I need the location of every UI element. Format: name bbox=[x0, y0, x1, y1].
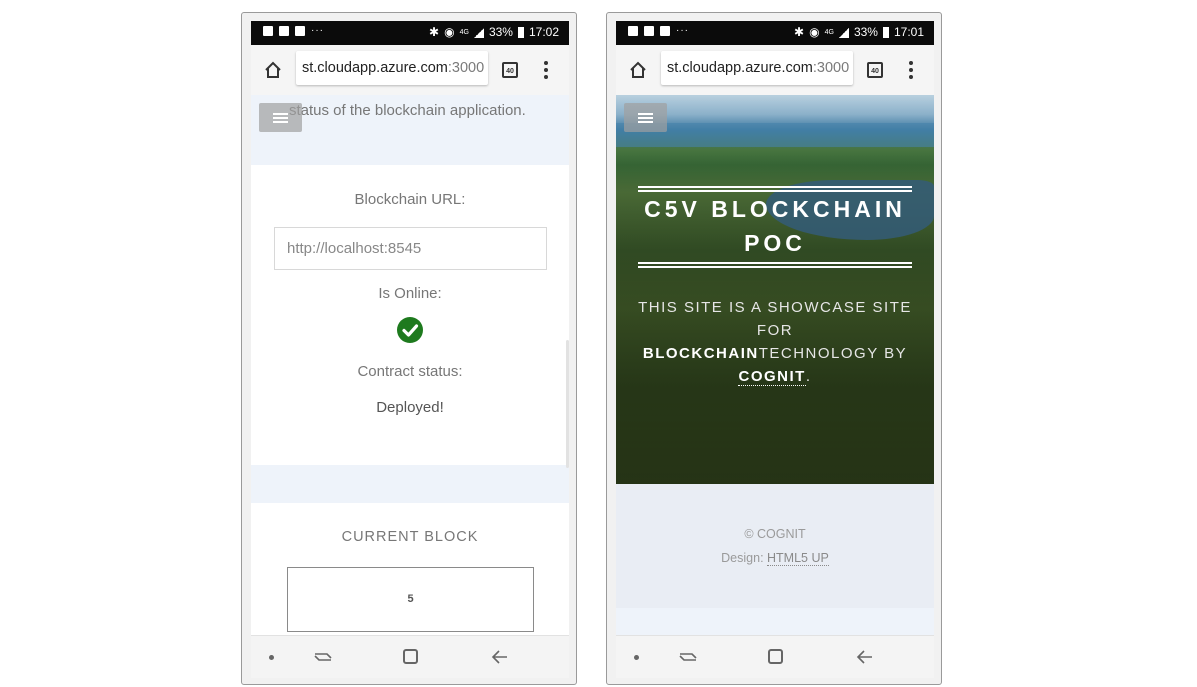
footer: © COGNIT Design: HTML5 UP bbox=[616, 484, 934, 608]
battery-percent: 33% bbox=[488, 25, 513, 39]
separator-band bbox=[251, 465, 569, 503]
browser-toolbar: st.cloudapp.azure.com:3000 40 bbox=[251, 45, 569, 95]
browser-toolbar: st.cloudapp.azure.com:3000 40 bbox=[616, 45, 934, 95]
title-rule-bottom bbox=[638, 262, 912, 264]
nav-home-icon[interactable] bbox=[768, 649, 783, 664]
blockchain-url-field[interactable]: http://localhost:8545 bbox=[274, 227, 547, 270]
web-page: status of the blockchain application. Bl… bbox=[251, 95, 569, 635]
copyright: © COGNIT bbox=[744, 527, 806, 541]
blockchain-url-label: Blockchain URL: bbox=[354, 191, 466, 208]
left-phone-screen: ··· ✱ ◉ 4G 33% 17:02 st.cloudapp.azure.c… bbox=[251, 21, 569, 678]
technology-by-text: TECHNOLOGY BY bbox=[758, 345, 908, 362]
hamburger-icon[interactable] bbox=[624, 103, 667, 132]
android-nav-bar bbox=[251, 635, 569, 678]
image-icon bbox=[644, 26, 654, 36]
battery-icon bbox=[882, 27, 889, 38]
address-bar[interactable]: st.cloudapp.azure.com:3000 bbox=[661, 51, 853, 85]
signal-icon bbox=[838, 27, 849, 38]
home-icon[interactable] bbox=[263, 60, 283, 80]
hero-sub-line2: FOR bbox=[756, 322, 794, 339]
menu-icon[interactable] bbox=[909, 61, 913, 79]
more-notifications: ··· bbox=[676, 25, 689, 36]
check-icon bbox=[397, 317, 423, 343]
nav-back-icon[interactable] bbox=[491, 648, 509, 666]
mail-icon bbox=[660, 26, 670, 36]
tabs-icon[interactable]: 40 bbox=[502, 62, 518, 78]
notification-icon bbox=[263, 26, 273, 36]
title-rule-bottom-2 bbox=[638, 266, 912, 268]
hero-sub-line1: THIS SITE IS A SHOWCASE SITE bbox=[638, 299, 912, 316]
left-phone-frame: ··· ✱ ◉ 4G 33% 17:02 st.cloudapp.azure.c… bbox=[241, 12, 577, 685]
hero-title-line2: POC bbox=[744, 230, 806, 256]
url-host: st.cloudapp.azure.com bbox=[302, 60, 448, 76]
design-label: Design: bbox=[721, 551, 768, 565]
html5up-link[interactable]: HTML5 UP bbox=[767, 551, 829, 566]
nav-recent-icon[interactable] bbox=[679, 650, 697, 664]
nav-back-icon[interactable] bbox=[856, 648, 874, 666]
mail-icon bbox=[295, 26, 305, 36]
hero-banner: C5V BLOCKCHAIN POC THIS SITE IS A SHOWCA… bbox=[616, 95, 934, 484]
scrollbar[interactable] bbox=[566, 340, 569, 468]
notification-icon bbox=[628, 26, 638, 36]
network-type: 4G bbox=[459, 29, 469, 36]
title-rule-top bbox=[638, 186, 912, 188]
more-notifications: ··· bbox=[311, 25, 324, 36]
image-icon bbox=[279, 26, 289, 36]
nav-dot-icon bbox=[634, 655, 639, 660]
bluetooth-icon: ✱ bbox=[429, 25, 440, 39]
web-page: C5V BLOCKCHAIN POC THIS SITE IS A SHOWCA… bbox=[616, 95, 934, 635]
blockchain-word: BLOCKCHAIN bbox=[642, 345, 759, 362]
android-nav-bar bbox=[616, 635, 934, 678]
footer-band bbox=[616, 608, 934, 635]
menu-icon[interactable] bbox=[544, 61, 548, 79]
status-section bbox=[251, 165, 569, 465]
tabs-icon[interactable]: 40 bbox=[867, 62, 883, 78]
contract-status-label: Contract status: bbox=[357, 363, 463, 380]
address-bar[interactable]: st.cloudapp.azure.com:3000 bbox=[296, 51, 488, 85]
contract-status-value: Deployed! bbox=[376, 399, 444, 416]
hero-sub-line4: COGNIT. bbox=[616, 365, 934, 388]
hero-period: . bbox=[805, 368, 812, 385]
intro-text: status of the blockchain application. bbox=[289, 102, 526, 119]
url-host: st.cloudapp.azure.com bbox=[667, 60, 813, 76]
hero-title-line1: C5V BLOCKCHAIN bbox=[644, 196, 906, 222]
is-online-label: Is Online: bbox=[378, 285, 442, 302]
right-phone-screen: ··· ✱ ◉ 4G 33% 17:01 st.cloudapp.azure.c… bbox=[616, 21, 934, 678]
url-port: :3000 bbox=[812, 60, 850, 76]
battery-percent: 33% bbox=[853, 25, 878, 39]
design-credit: Design: HTML5 UP bbox=[616, 551, 934, 566]
current-block-value: 5 bbox=[287, 567, 534, 632]
nav-recent-icon[interactable] bbox=[314, 650, 332, 664]
url-port: :3000 bbox=[447, 60, 485, 76]
clock: 17:02 bbox=[528, 25, 559, 39]
cognit-link[interactable]: COGNIT bbox=[738, 368, 806, 386]
status-bar: ··· ✱ ◉ 4G 33% 17:02 bbox=[251, 21, 569, 45]
hero-sub-line3: BLOCKCHAINTECHNOLOGY BY bbox=[616, 342, 934, 365]
nav-home-icon[interactable] bbox=[403, 649, 418, 664]
clock: 17:01 bbox=[893, 25, 924, 39]
alarm-icon: ◉ bbox=[444, 25, 455, 39]
current-block-label: CURRENT BLOCK bbox=[341, 529, 479, 545]
nav-dot-icon bbox=[269, 655, 274, 660]
alarm-icon: ◉ bbox=[809, 25, 820, 39]
signal-icon bbox=[473, 27, 484, 38]
battery-icon bbox=[517, 27, 524, 38]
network-type: 4G bbox=[824, 29, 834, 36]
status-bar: ··· ✱ ◉ 4G 33% 17:01 bbox=[616, 21, 934, 45]
home-icon[interactable] bbox=[628, 60, 648, 80]
hero-subtitle: THIS SITE IS A SHOWCASE SITE FOR BLOCKCH… bbox=[616, 296, 934, 388]
hamburger-icon[interactable] bbox=[259, 103, 302, 132]
hero-title: C5V BLOCKCHAIN POC bbox=[616, 192, 934, 260]
right-phone-frame: ··· ✱ ◉ 4G 33% 17:01 st.cloudapp.azure.c… bbox=[606, 12, 942, 685]
bluetooth-icon: ✱ bbox=[794, 25, 805, 39]
